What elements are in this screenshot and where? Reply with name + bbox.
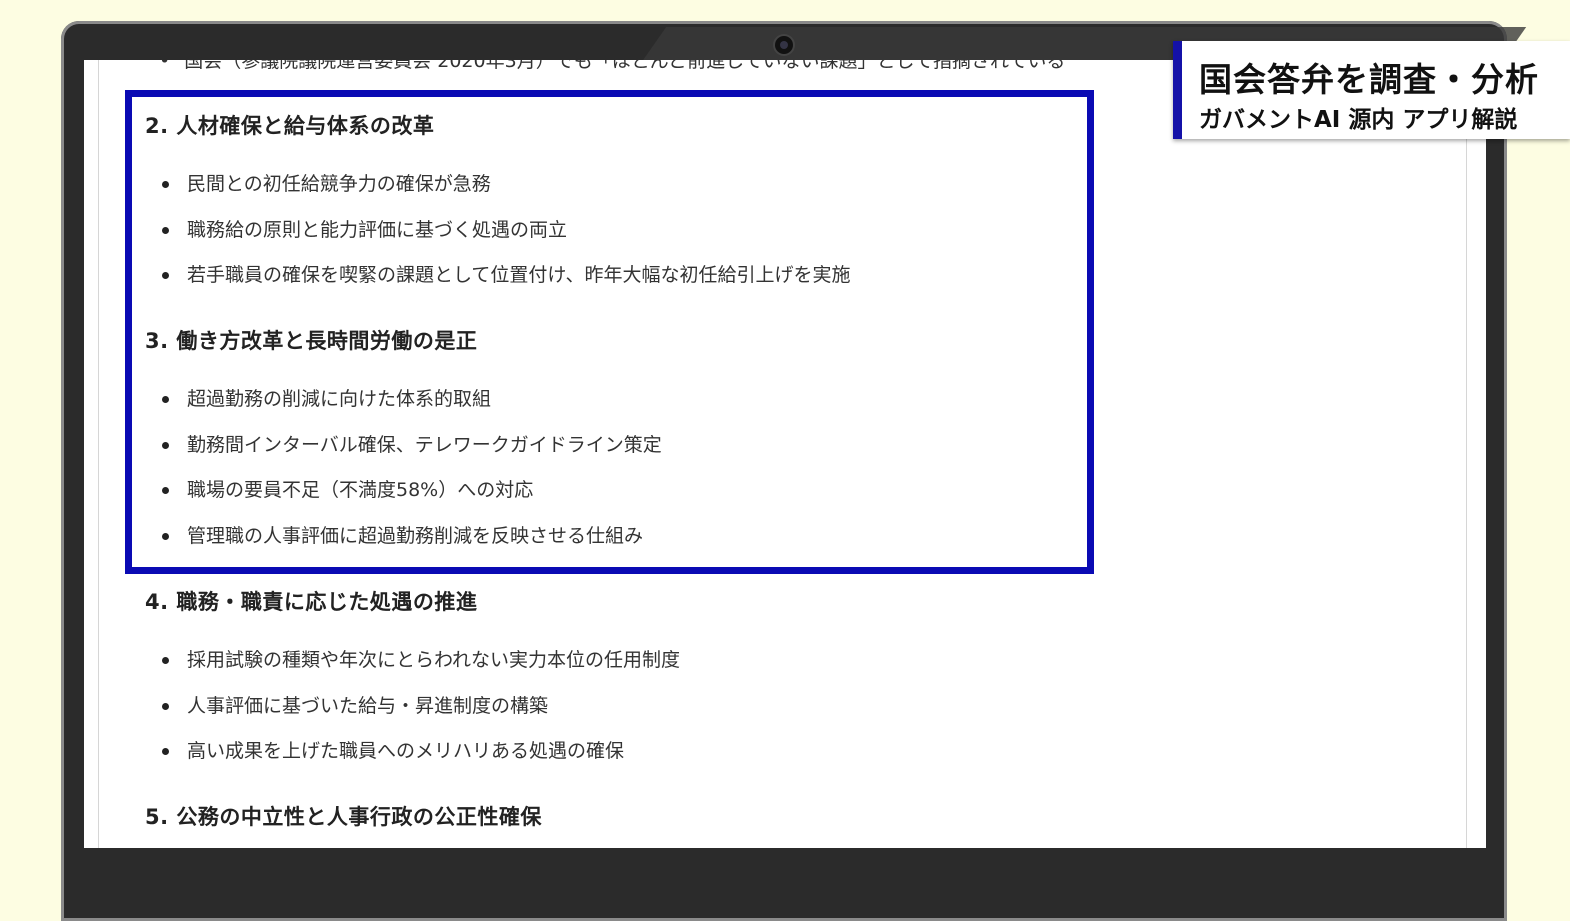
list-item: 超過勤務の削減に向けた体系的取組 bbox=[145, 388, 662, 434]
list-item: 管理職の人事評価に超過勤務削減を反映させる仕組み bbox=[145, 525, 662, 571]
bullet-list: 民間との初任給競争力の確保が急務 職務給の原則と能力評価に基づく処遇の両立 若手… bbox=[145, 173, 850, 310]
section-heading: 2. 人材確保と給与体系の改革 bbox=[145, 114, 435, 138]
list-item: 採用試験の種類や年次にとらわれない実力本位の任用制度 bbox=[145, 649, 680, 695]
section-2: 2. 人材確保と給与体系の改革 民間との初任給競争力の確保が急務 職務給の原則と… bbox=[145, 110, 850, 310]
list-item: 人事評価に基づいた給与・昇進制度の構築 bbox=[145, 695, 680, 741]
section-heading: 5. 公務の中立性と人事行政の公正性確保 bbox=[145, 805, 542, 829]
caption-accent-bar bbox=[1173, 41, 1182, 139]
bullet-list: 超過勤務の削減に向けた体系的取組 勤務間インターバル確保、テレワークガイドライン… bbox=[145, 388, 662, 570]
section-3: 3. 働き方改革と長時間労働の是正 超過勤務の削減に向けた体系的取組 勤務間イン… bbox=[145, 325, 662, 570]
screen: • 国会（参議院議院運営委員会 2020年3月）でも「ほとんど前進していない課題」… bbox=[84, 60, 1486, 848]
cut-off-list-item: • 国会（参議院議院運営委員会 2020年3月）でも「ほとんど前進していない課題」… bbox=[159, 60, 1065, 73]
section-heading: 4. 職務・職責に応じた処遇の推進 bbox=[145, 590, 478, 614]
list-item: 職場の要員不足（不満度58%）への対応 bbox=[145, 479, 662, 525]
list-item: 民間との初任給競争力の確保が急務 bbox=[145, 173, 850, 219]
list-item: 職務給の原則と能力評価に基づく処遇の両立 bbox=[145, 219, 850, 265]
caption-title: 国会答弁を調査・分析 bbox=[1199, 60, 1539, 99]
bullet-list: 採用試験の種類や年次にとらわれない実力本位の任用制度 人事評価に基づいた給与・昇… bbox=[145, 649, 680, 786]
list-item: 高い成果を上げた職員へのメリハリある処遇の確保 bbox=[145, 740, 680, 786]
list-item: 勤務間インターバル確保、テレワークガイドライン策定 bbox=[145, 434, 662, 480]
section-5: 5. 公務の中立性と人事行政の公正性確保 bbox=[145, 801, 542, 831]
camera-icon bbox=[775, 36, 793, 54]
caption-overlay: 国会答弁を調査・分析 ガバメントAI 源内 アプリ解説 bbox=[1173, 41, 1570, 139]
content-area[interactable]: • 国会（参議院議院運営委員会 2020年3月）でも「ほとんど前進していない課題」… bbox=[98, 60, 1467, 848]
section-heading: 3. 働き方改革と長時間労働の是正 bbox=[145, 329, 478, 353]
caption-subtitle: ガバメントAI 源内 アプリ解説 bbox=[1199, 107, 1518, 133]
bullet-icon: • bbox=[159, 60, 171, 72]
section-4: 4. 職務・職責に応じた処遇の推進 採用試験の種類や年次にとらわれない実力本位の… bbox=[145, 586, 680, 786]
list-item: 若手職員の確保を喫緊の課題として位置付け、昨年大幅な初任給引上げを実施 bbox=[145, 264, 850, 310]
